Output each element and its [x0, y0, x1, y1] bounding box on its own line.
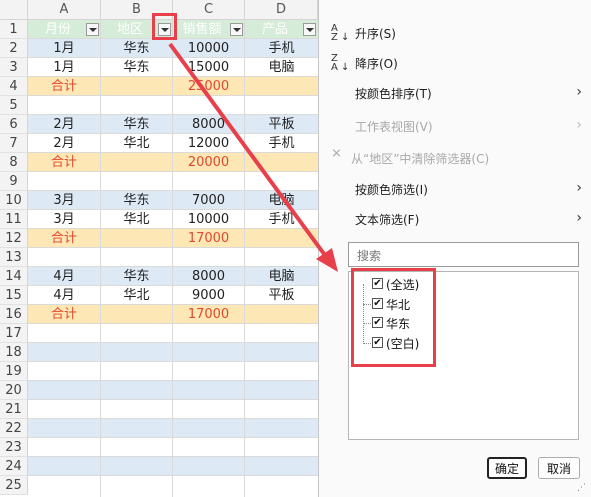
cancel-button[interactable]: 取消: [538, 457, 580, 479]
annotation-arrow-line: [168, 42, 329, 260]
annotation-arrow: [168, 42, 338, 272]
ok-button[interactable]: 确定: [487, 457, 527, 479]
annotation-arrow-head: [316, 248, 338, 272]
resize-grip-icon[interactable]: ⋰: [577, 483, 587, 493]
